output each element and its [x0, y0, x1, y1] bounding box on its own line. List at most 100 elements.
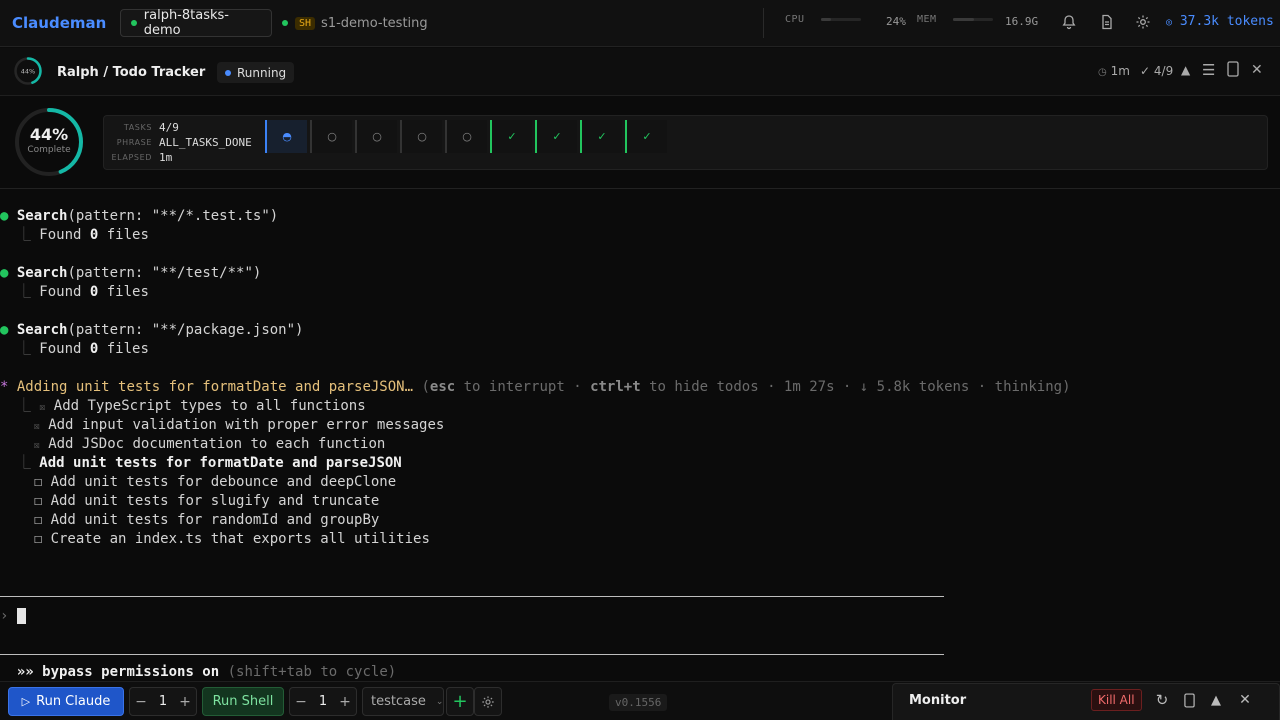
mem-label: MEM: [917, 14, 937, 25]
prompt-input[interactable]: ›: [0, 607, 26, 626]
elapsed-label: ELAPSED: [111, 153, 152, 162]
detach-icon[interactable]: [1227, 61, 1239, 80]
token-icon: ◎: [1166, 17, 1173, 28]
task-cell-pending[interactable]: ○: [355, 120, 397, 153]
search-line: ● Search(pattern: "**/*.test.ts"): [0, 208, 279, 224]
status-dot: [131, 20, 137, 26]
progress-percent: 44%: [29, 125, 69, 144]
top-bar: Claudeman ralph-8tasks-demo SH s1-demo-t…: [0, 0, 1280, 47]
claude-count-stepper[interactable]: − 1 +: [129, 687, 197, 716]
shell-count[interactable]: 1: [312, 694, 334, 709]
elapsed-indicator: ◷ 1m: [1098, 64, 1130, 78]
app-brand[interactable]: Claudeman: [12, 14, 120, 32]
play-icon: ▷: [21, 695, 31, 708]
todo-pending: ☐ Add unit tests for randomId and groupB…: [0, 512, 380, 528]
version-badge: v0.1556: [609, 694, 668, 711]
case-select[interactable]: testcase ⌄: [362, 687, 444, 716]
run-claude-button[interactable]: ▷ Run Claude: [8, 687, 124, 716]
task-cell-pending[interactable]: ○: [310, 120, 352, 153]
todo-current: ⎿ Add unit tests for formatDate and pars…: [16, 455, 402, 471]
phrase-label: PHRASE: [116, 138, 152, 147]
todo-pending: ☐ Add unit tests for slugify and truncat…: [0, 493, 380, 509]
menu-icon[interactable]: ☰: [1202, 61, 1215, 79]
expand-icon[interactable]: ▲: [1207, 691, 1225, 709]
refresh-icon[interactable]: ↻: [1153, 691, 1171, 709]
mini-percent: 44%: [21, 68, 35, 76]
task-cell-current[interactable]: ◓: [265, 120, 307, 153]
tab-ralph-8tasks-demo[interactable]: ralph-8tasks-demo: [120, 8, 272, 38]
cpu-value: 24%: [886, 15, 906, 28]
token-label: 37.3k tokens: [1179, 14, 1274, 29]
search-result: ⎿ Found 0 files: [16, 284, 149, 300]
tab-s1-demo-testing[interactable]: SH s1-demo-testing: [272, 9, 438, 37]
mem-value: 16.9G: [1005, 15, 1039, 28]
collapse-icon[interactable]: ▲: [1181, 63, 1190, 77]
task-cell-done[interactable]: ✓: [625, 120, 667, 153]
case-settings-button[interactable]: [474, 687, 502, 716]
task-cell-done[interactable]: ✓: [490, 120, 532, 153]
progress-panel: 44% Complete TASKS 4/9 PHRASE ALL_TASKS_…: [0, 97, 1280, 189]
task-cell-done[interactable]: ✓: [535, 120, 577, 153]
divider: [0, 596, 944, 597]
increment-button[interactable]: +: [174, 694, 196, 710]
monitor-panel: Monitor Kill All ↻ ▲ ✕: [892, 683, 1280, 720]
phrase-value: ALL_TASKS_DONE: [159, 136, 252, 149]
run-shell-button[interactable]: Run Shell: [202, 687, 284, 716]
tasks-value: 4/9: [159, 121, 179, 134]
document-icon[interactable]: [1097, 12, 1117, 32]
chevron-down-icon: ⌄: [435, 696, 444, 707]
todo-done: ⎿ ☒ Add TypeScript types to all function…: [16, 398, 366, 414]
close-icon[interactable]: ✕: [1236, 691, 1254, 709]
search-result: ⎿ Found 0 files: [16, 341, 149, 357]
progress-label: Complete: [27, 145, 71, 155]
task-cell-done[interactable]: ✓: [580, 120, 622, 153]
todo-pending: ☐ Create an index.ts that exports all ut…: [0, 531, 430, 547]
tasks-label: TASKS: [123, 123, 152, 132]
gear-icon: [482, 695, 494, 708]
todo-done: ☒ Add input validation with proper error…: [33, 417, 445, 433]
task-summary: TASKS 4/9 PHRASE ALL_TASKS_DONE ELAPSED …: [103, 115, 1268, 170]
todo-pending: ☐ Add unit tests for debounce and deepCl…: [0, 474, 397, 490]
cpu-bar: [821, 18, 861, 21]
status-badge: Running: [217, 62, 295, 83]
bell-icon[interactable]: [1059, 12, 1079, 32]
check-icon: ✓: [1140, 64, 1151, 78]
mem-bar: [953, 18, 993, 21]
claude-count[interactable]: 1: [152, 694, 174, 709]
ralph-title: Ralph / Todo Tracker: [57, 65, 206, 80]
task-cell-pending[interactable]: ○: [445, 120, 487, 153]
mini-progress-ring: 44%: [14, 57, 42, 85]
gear-icon[interactable]: [1133, 12, 1153, 32]
tab-label: ralph-8tasks-demo: [143, 8, 229, 38]
token-count[interactable]: ◎ 37.3k tokens: [1166, 14, 1274, 29]
search-line: ● Search(pattern: "**/test/**"): [0, 265, 262, 281]
add-case-button[interactable]: +: [446, 687, 474, 716]
shell-count-stepper[interactable]: − 1 +: [289, 687, 357, 716]
prompt-caret: ›: [0, 608, 9, 624]
close-icon[interactable]: ✕: [1251, 62, 1263, 78]
text-cursor: [16, 608, 26, 624]
monitor-title: Monitor: [909, 693, 967, 708]
status-label: Running: [237, 65, 287, 80]
status-dot: [282, 20, 288, 26]
search-line: ● Search(pattern: "**/package.json"): [0, 322, 304, 338]
tab-label: s1-demo-testing: [321, 15, 428, 31]
divider: [0, 654, 944, 655]
shell-badge: SH: [295, 16, 316, 30]
divider: [763, 8, 764, 38]
cpu-label: CPU: [785, 14, 805, 25]
decrement-button[interactable]: −: [290, 694, 312, 710]
status-dot: [225, 69, 231, 76]
elapsed-value: 1m: [159, 151, 173, 164]
increment-button[interactable]: +: [334, 694, 356, 710]
terminal[interactable]: ● Search(pattern: "**/*.test.ts") ⎿ Foun…: [0, 190, 1280, 680]
ralph-header: 44% Ralph / Todo Tracker Running ◷ 1m ✓ …: [0, 48, 1280, 96]
tasks-indicator: ✓ 4/9: [1140, 64, 1174, 78]
search-result: ⎿ Found 0 files: [16, 227, 149, 243]
detach-icon[interactable]: [1180, 691, 1198, 709]
activity-line: * Adding unit tests for formatDate and p…: [0, 379, 1071, 395]
decrement-button[interactable]: −: [130, 694, 152, 710]
task-cell-pending[interactable]: ○: [400, 120, 442, 153]
kill-all-button[interactable]: Kill All: [1091, 689, 1142, 711]
mode-line: »» bypass permissions on (shift+tab to c…: [16, 664, 397, 680]
